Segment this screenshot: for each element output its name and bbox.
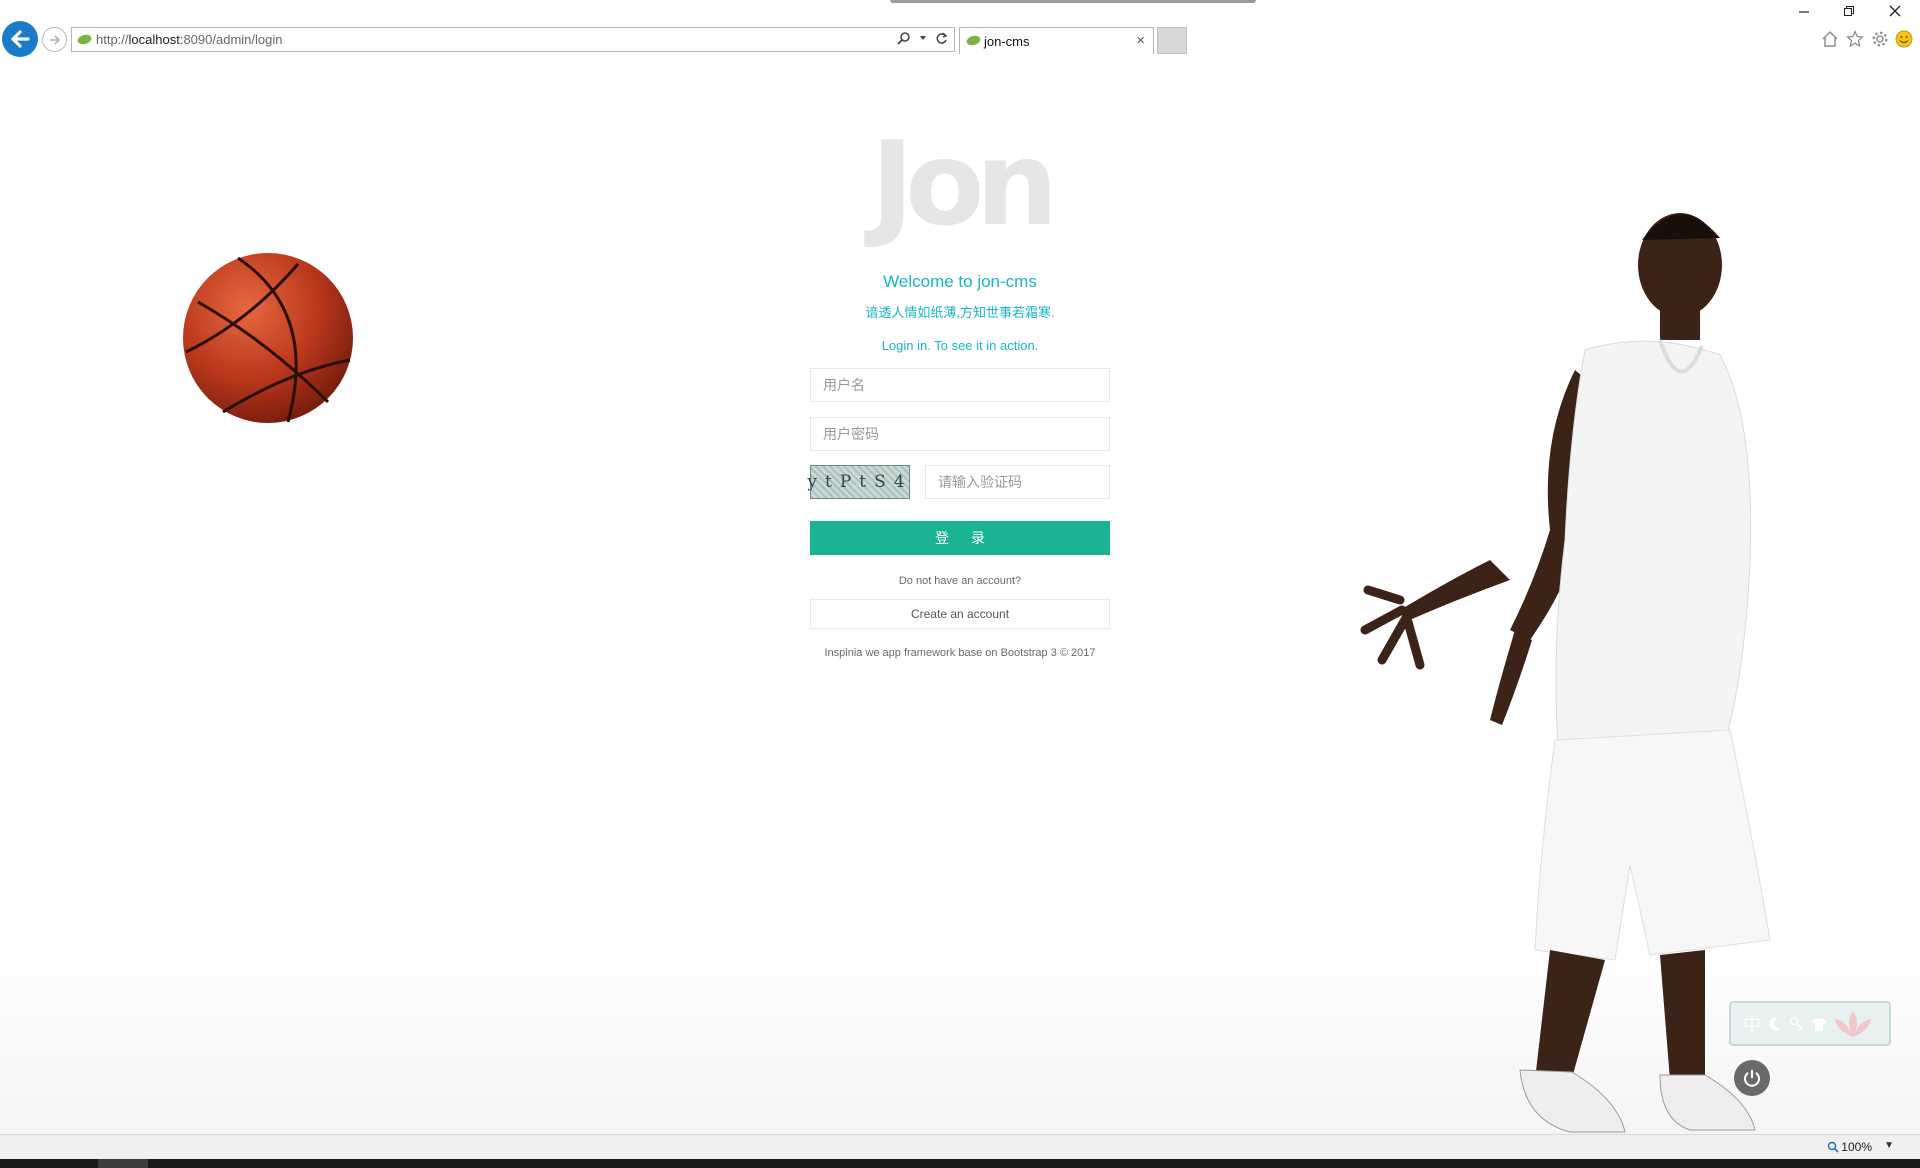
back-button[interactable]	[2, 21, 38, 57]
chevron-down-icon[interactable]	[919, 34, 927, 42]
lotus-icon	[1835, 1010, 1871, 1037]
smiley-icon[interactable]	[1895, 30, 1913, 48]
welcome-heading: Welcome to jon-cms	[883, 272, 1037, 291]
ime-toolbar[interactable]: 中	[1729, 1001, 1891, 1046]
close-icon	[1889, 5, 1901, 17]
athlete-image	[1360, 213, 1771, 1133]
logo-text: Jon	[870, 117, 1058, 252]
taskbar-active-item[interactable]	[98, 1159, 148, 1168]
arrow-left-icon	[11, 30, 30, 48]
captcha-input[interactable]	[925, 465, 1110, 499]
shirt-icon[interactable]	[1811, 1016, 1827, 1032]
refresh-icon[interactable]	[935, 32, 948, 45]
zoom-level: 100%	[1841, 1140, 1872, 1154]
quote-text: 谙透人情如纸薄,方知世事若霜寒.	[865, 305, 1055, 320]
login-panel: Jon Welcome to jon-cms 谙透人情如纸薄,方知世事若霜寒. …	[807, 117, 1110, 659]
star-icon[interactable]	[1846, 30, 1864, 48]
basketball-image	[178, 252, 358, 432]
tab-title: jon-cms	[984, 33, 1030, 49]
arrow-right-icon	[49, 34, 60, 45]
login-button[interactable]: 登录	[810, 521, 1110, 555]
minimize-icon	[1799, 11, 1809, 13]
login-tagline: Login in. To see it in action.	[881, 338, 1039, 353]
restore-button[interactable]	[1835, 4, 1863, 22]
forward-button[interactable]	[42, 27, 67, 52]
restore-icon	[1844, 6, 1854, 16]
url-path: :8090/admin/login	[179, 32, 283, 47]
status-bar: 100% ▼	[0, 1134, 1920, 1159]
password-input[interactable]	[810, 417, 1110, 451]
copyright-text: Inspinia we app framework base on Bootst…	[824, 647, 1096, 659]
moon-icon[interactable]	[1767, 1016, 1783, 1032]
zoom-dropdown-icon[interactable]: ▼	[1884, 1140, 1894, 1151]
tab-jon-cms[interactable]: jon-cms ×	[959, 27, 1154, 54]
taskbar	[0, 1159, 1920, 1168]
close-window-button[interactable]	[1881, 4, 1909, 22]
no-account-text: Do not have an account?	[898, 575, 1022, 587]
url-prefix: http://	[96, 32, 129, 47]
captcha-row: ytPtS4	[807, 465, 1110, 499]
power-icon	[1744, 1070, 1760, 1087]
home-icon[interactable]	[1821, 30, 1839, 48]
new-tab-button[interactable]	[1157, 27, 1187, 54]
gear-icon[interactable]	[1871, 30, 1889, 48]
key-icon[interactable]	[1789, 1016, 1805, 1032]
browser-chrome: http://localhost:8090/admin/login jon-cm…	[0, 0, 1920, 60]
address-bar[interactable]: http://localhost:8090/admin/login	[71, 27, 955, 52]
zoom-control[interactable]: 100%	[1827, 1140, 1872, 1154]
search-icon[interactable]	[897, 31, 911, 45]
ime-chinese-icon[interactable]: 中	[1743, 1011, 1761, 1037]
create-account-button[interactable]: Create an account	[810, 599, 1110, 629]
close-icon[interactable]: ×	[1136, 32, 1145, 49]
window-edge	[890, 0, 1256, 3]
zoom-icon	[1828, 1141, 1839, 1153]
leaf-favicon-icon	[966, 35, 981, 46]
captcha-image[interactable]: ytPtS4	[807, 465, 910, 499]
url-host: localhost	[128, 32, 180, 47]
leaf-favicon-icon	[77, 34, 92, 45]
page-content: Jon Welcome to jon-cms 谙透人情如纸薄,方知世事若霜寒. …	[0, 60, 1920, 1134]
username-input[interactable]	[810, 368, 1110, 402]
assist-button[interactable]	[1734, 1060, 1770, 1096]
minimize-button[interactable]	[1790, 4, 1818, 22]
